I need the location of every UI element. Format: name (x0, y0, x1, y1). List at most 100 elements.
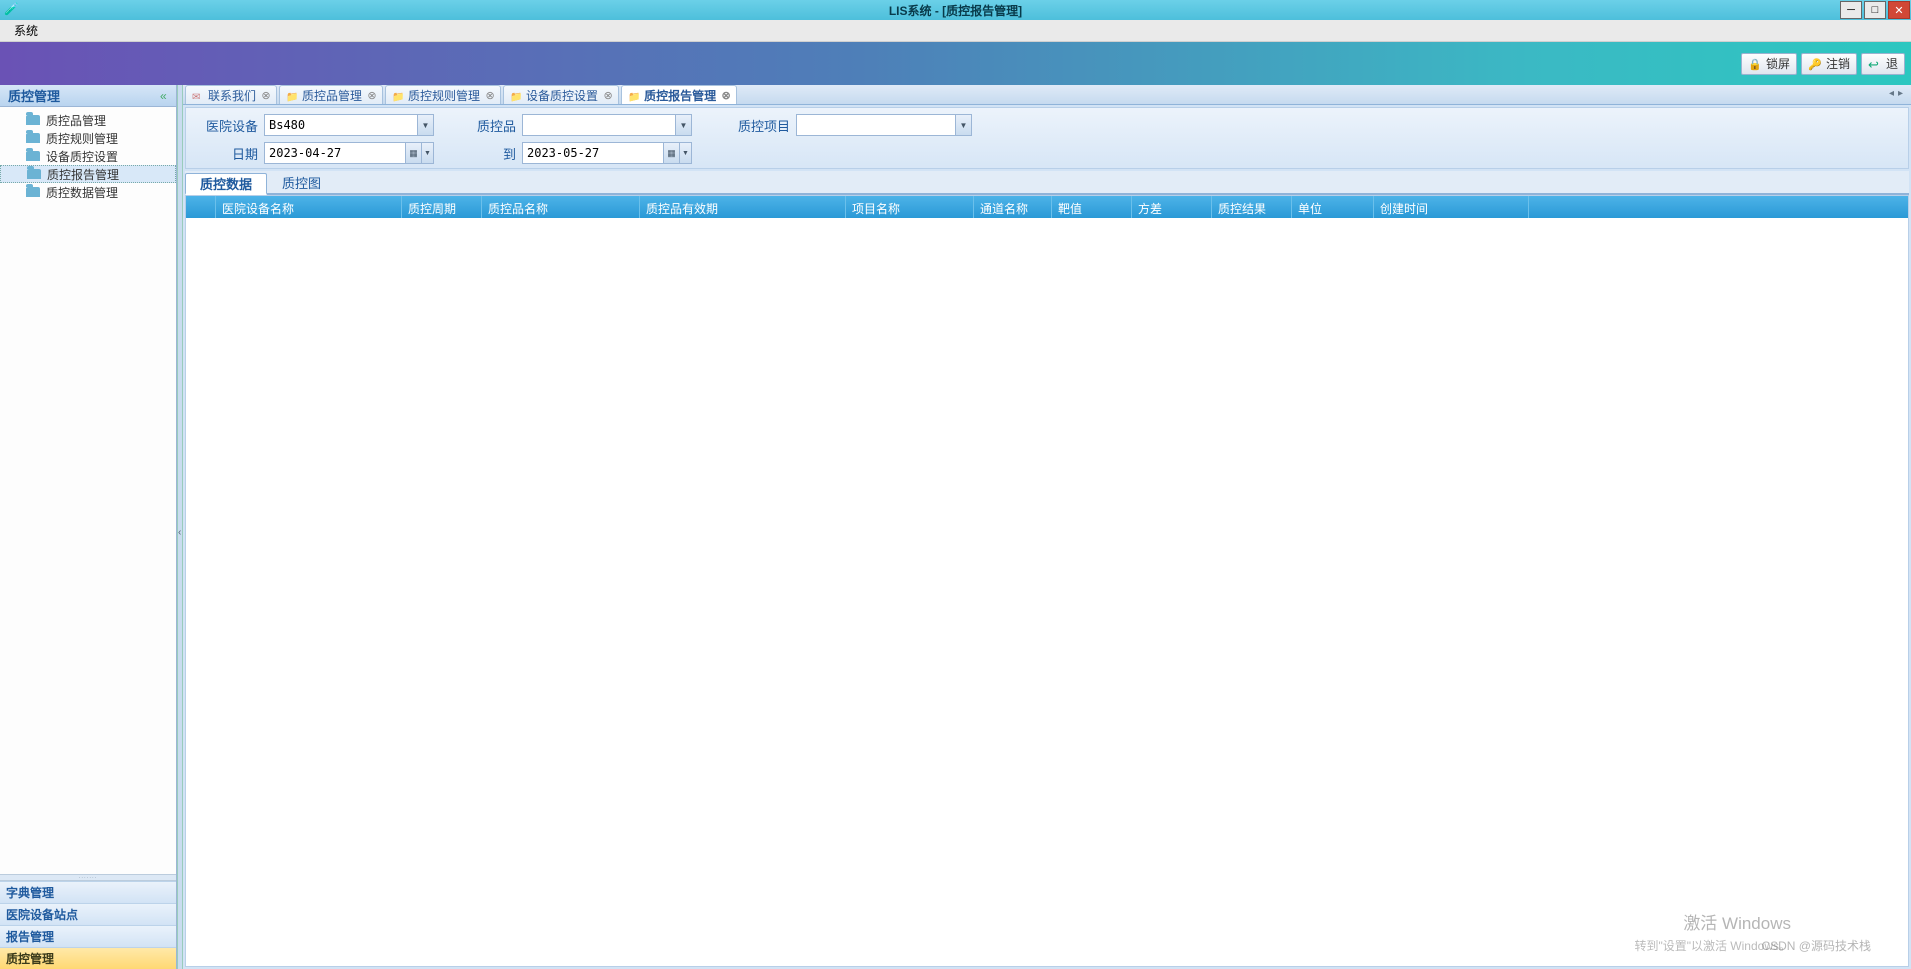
column-header[interactable]: 医院设备名称 (216, 196, 402, 218)
column-header[interactable]: 项目名称 (846, 196, 974, 218)
tab-label: 联系我们 (208, 87, 256, 104)
sidebar-item-label: 质控规则管理 (46, 130, 118, 147)
chevron-down-icon[interactable]: ▼ (679, 143, 691, 163)
tab-label: 质控品管理 (302, 87, 362, 104)
lock-icon (1748, 57, 1762, 71)
folder-icon (26, 115, 40, 125)
qcitem-label: 质控品 (472, 116, 522, 135)
inner-tabs: 质控数据 质控图 (185, 171, 1909, 195)
filter-form: 医院设备 ▼ 质控品 ▼ 质控项目 ▼ 日期 ▦▼ 到 ▦▼ (185, 107, 1909, 169)
column-header[interactable]: 单位 (1292, 196, 1374, 218)
sidebar-footer-item[interactable]: 质控管理 (0, 947, 176, 969)
sidebar-item-label: 质控数据管理 (46, 184, 118, 201)
chevron-down-icon[interactable]: ▼ (417, 115, 433, 135)
sidebar-header: 质控管理 « (0, 85, 176, 107)
body-split: 质控管理 « 质控品管理质控规则管理设备质控设置质控报告管理质控数据管理 ∙∙∙… (0, 85, 1911, 969)
minimize-button[interactable]: ─ (1840, 1, 1862, 19)
tab-qc-data[interactable]: 质控数据 (185, 173, 267, 195)
column-header[interactable]: 方差 (1132, 196, 1212, 218)
chevron-down-icon[interactable]: ▼ (421, 143, 433, 163)
close-icon[interactable]: ⊗ (720, 89, 732, 101)
tab-qc-chart[interactable]: 质控图 (267, 171, 336, 193)
device-select[interactable] (264, 114, 434, 136)
calendar-icon[interactable]: ▦ (663, 143, 679, 163)
close-button[interactable]: ✕ (1888, 1, 1910, 19)
sidebar-splitter[interactable]: ∙∙∙∙∙∙∙ (0, 874, 176, 881)
sidebar-collapse-icon[interactable]: « (160, 89, 172, 103)
column-header[interactable]: 质控品有效期 (640, 196, 846, 218)
chevron-down-icon[interactable]: ▼ (955, 115, 971, 135)
sidebar-footer-item[interactable]: 报告管理 (0, 925, 176, 947)
data-grid: 医院设备名称质控周期质控品名称质控品有效期项目名称通道名称靶值方差质控结果单位创… (185, 195, 1909, 967)
lock-label: 锁屏 (1766, 55, 1790, 72)
column-header[interactable] (186, 196, 216, 218)
close-icon[interactable]: ⊗ (260, 89, 272, 101)
close-icon[interactable]: ⊗ (484, 89, 496, 101)
folder-icon (510, 89, 522, 101)
ribbon-bar: 锁屏 注销 退 (0, 42, 1911, 85)
folder-icon (392, 89, 404, 101)
sidebar-item-label: 质控品管理 (46, 112, 106, 129)
column-header[interactable]: 创建时间 (1374, 196, 1529, 218)
sidebar-item-label: 质控报告管理 (47, 166, 119, 183)
sidebar-item[interactable]: 质控规则管理 (0, 129, 176, 147)
document-tab[interactable]: 质控品管理 ⊗ (279, 85, 383, 104)
logout-button[interactable]: 注销 (1801, 53, 1857, 75)
folder-icon (286, 89, 298, 101)
key-icon (1808, 57, 1822, 71)
sidebar: 质控管理 « 质控品管理质控规则管理设备质控设置质控报告管理质控数据管理 ∙∙∙… (0, 85, 177, 969)
mail-icon (192, 89, 204, 101)
tab-label: 质控规则管理 (408, 87, 480, 104)
exit-button[interactable]: 退 (1861, 53, 1905, 75)
vertical-splitter[interactable] (177, 85, 183, 969)
column-header[interactable]: 靶值 (1052, 196, 1132, 218)
sidebar-tree: 质控品管理质控规则管理设备质控设置质控报告管理质控数据管理 (0, 107, 176, 874)
menubar: 系统 (0, 20, 1911, 42)
logout-label: 注销 (1826, 55, 1850, 72)
sidebar-item[interactable]: 质控报告管理 (0, 165, 176, 183)
column-header[interactable]: 质控品名称 (482, 196, 640, 218)
folder-icon (26, 151, 40, 161)
maximize-button[interactable]: □ (1864, 1, 1886, 19)
exit-icon (1868, 57, 1882, 71)
window-buttons: ─ □ ✕ (1839, 0, 1911, 20)
menu-system[interactable]: 系统 (6, 20, 46, 41)
app-icon: 🧪 (4, 2, 20, 18)
sidebar-item[interactable]: 设备质控设置 (0, 147, 176, 165)
sidebar-item[interactable]: 质控数据管理 (0, 183, 176, 201)
sidebar-footer-item[interactable]: 医院设备站点 (0, 903, 176, 925)
document-tabs: 联系我们 ⊗ 质控品管理 ⊗ 质控规则管理 ⊗ 设备质控设置 ⊗ 质控报告管理 ⊗ (183, 85, 1911, 105)
column-header[interactable]: 通道名称 (974, 196, 1052, 218)
exit-label: 退 (1886, 55, 1898, 72)
device-label: 医院设备 (194, 116, 264, 135)
document-tab[interactable]: 联系我们 ⊗ (185, 85, 277, 104)
folder-icon (26, 187, 40, 197)
sidebar-title: 质控管理 (8, 86, 60, 105)
sidebar-item[interactable]: 质控品管理 (0, 111, 176, 129)
sidebar-footer-item[interactable]: 字典管理 (0, 881, 176, 903)
folder-icon (26, 133, 40, 143)
column-header[interactable]: 质控结果 (1212, 196, 1292, 218)
lock-button[interactable]: 锁屏 (1741, 53, 1797, 75)
document-tab[interactable]: 质控规则管理 ⊗ (385, 85, 501, 104)
close-icon[interactable]: ⊗ (366, 89, 378, 101)
qcproject-label: 质控项目 (734, 116, 796, 135)
tab-label: 质控报告管理 (644, 87, 716, 104)
chevron-down-icon[interactable]: ▼ (675, 115, 691, 135)
column-header[interactable]: 质控周期 (402, 196, 482, 218)
date-to-label: 到 (472, 144, 522, 163)
main-area: 联系我们 ⊗ 质控品管理 ⊗ 质控规则管理 ⊗ 设备质控设置 ⊗ 质控报告管理 ⊗ 医院设备 ▼ … (183, 85, 1911, 969)
tab-label: 设备质控设置 (526, 87, 598, 104)
sidebar-item-label: 设备质控设置 (46, 148, 118, 165)
folder-icon (27, 169, 41, 179)
document-tab[interactable]: 设备质控设置 ⊗ (503, 85, 619, 104)
document-tab[interactable]: 质控报告管理 ⊗ (621, 85, 737, 104)
calendar-icon[interactable]: ▦ (405, 143, 421, 163)
date-from-label: 日期 (194, 144, 264, 163)
qcproject-select[interactable] (796, 114, 972, 136)
close-icon[interactable]: ⊗ (602, 89, 614, 101)
window-title: LIS系统 - [质控报告管理] (889, 2, 1022, 19)
window-titlebar: 🧪 LIS系统 - [质控报告管理] ─ □ ✕ (0, 0, 1911, 20)
qcitem-select[interactable] (522, 114, 692, 136)
app-frame: 系统 锁屏 注销 退 质控管理 « 质控品管理质控规则管理设备质控设置质控报告管… (0, 20, 1911, 969)
